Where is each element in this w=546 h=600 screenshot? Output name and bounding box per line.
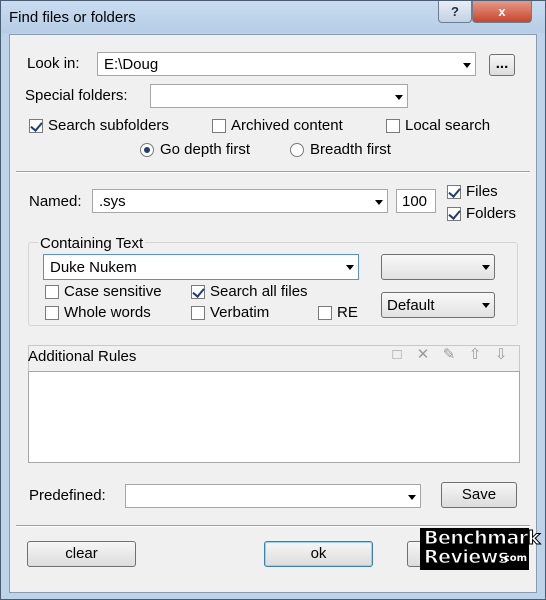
verbatim-label: Verbatim — [210, 304, 270, 321]
named-combo[interactable]: .sys — [92, 189, 388, 213]
breadth-first-label: Breadth first — [310, 141, 391, 158]
special-folders-combo[interactable] — [150, 84, 408, 108]
files-label: Files — [466, 183, 498, 200]
predefined-combo[interactable] — [125, 484, 421, 508]
encoding-select[interactable] — [381, 254, 495, 280]
files-checkbox[interactable] — [447, 185, 461, 199]
close-button[interactable]: x — [472, 1, 532, 23]
search-all-files-checkbox[interactable] — [191, 285, 205, 299]
case-sensitive-checkbox[interactable] — [45, 285, 59, 299]
chevron-down-icon — [346, 265, 354, 270]
breadth-first-radio[interactable] — [290, 143, 304, 157]
window-frame: Find files or folders ? x Look in: E:\Do… — [0, 0, 546, 600]
look-in-label: Look in: — [27, 55, 80, 72]
named-value: .sys — [99, 193, 126, 210]
case-sensitive-label: Case sensitive — [64, 283, 162, 300]
archived-content-label: Archived content — [231, 117, 343, 134]
whole-words-label: Whole words — [64, 304, 151, 321]
delete-rule-icon[interactable]: ✕ — [414, 346, 432, 364]
local-search-label: Local search — [405, 117, 491, 134]
re-checkbox[interactable] — [318, 306, 332, 320]
folders-label: Folders — [466, 205, 517, 222]
browse-button[interactable]: ... — [489, 54, 515, 76]
containing-text-combo[interactable]: Duke Nukem — [43, 254, 359, 280]
special-folders-label: Special folders: — [25, 87, 128, 104]
verbatim-checkbox[interactable] — [191, 306, 205, 320]
edit-rule-icon[interactable]: ✎ — [440, 346, 458, 364]
local-search-checkbox[interactable] — [386, 119, 400, 133]
containing-text-value: Duke Nukem — [50, 259, 137, 276]
ok-button[interactable]: ok — [264, 541, 373, 567]
limit-value: 100 — [402, 193, 428, 210]
search-subfolders-checkbox[interactable] — [29, 119, 43, 133]
chevron-down-icon — [482, 303, 490, 308]
clear-button[interactable]: clear — [27, 541, 136, 567]
go-depth-first-radio[interactable] — [140, 143, 154, 157]
whole-words-checkbox[interactable] — [45, 306, 59, 320]
search-all-files-label: Search all files — [210, 283, 308, 300]
re-label: RE — [337, 304, 358, 321]
limit-field[interactable]: 100 — [396, 189, 436, 213]
additional-rules-label: Additional Rules — [28, 348, 137, 365]
help-button[interactable]: ? — [438, 1, 472, 23]
chevron-down-icon — [463, 63, 471, 68]
go-depth-first-label: Go depth first — [160, 141, 251, 158]
divider — [16, 171, 530, 172]
save-button[interactable]: Save — [441, 482, 517, 508]
chevron-down-icon — [482, 265, 490, 270]
archived-content-checkbox[interactable] — [212, 119, 226, 133]
look-in-value: E:\Doug — [104, 56, 159, 73]
chevron-down-icon — [375, 200, 383, 205]
new-rule-icon[interactable]: □ — [388, 346, 406, 364]
named-label: Named: — [29, 193, 82, 210]
additional-rules-list[interactable] — [28, 371, 520, 463]
window-title: Find files or folders — [9, 9, 136, 26]
look-in-combo[interactable]: E:\Doug — [97, 52, 476, 76]
match-mode-value: Default — [387, 297, 435, 314]
watermark-line2: Reviews — [424, 546, 510, 569]
search-subfolders-label: Search subfolders — [48, 117, 169, 134]
containing-text-label: Containing Text — [38, 235, 146, 252]
title-bar[interactable]: Find files or folders ? x — [1, 1, 545, 33]
move-up-icon[interactable]: ⇧ — [466, 346, 484, 364]
chevron-down-icon — [408, 495, 416, 500]
watermark-suffix: .com — [500, 553, 528, 564]
divider — [16, 525, 530, 526]
dialog-body: Look in: E:\Doug ... Special folders: Se… — [9, 34, 537, 593]
chevron-down-icon — [395, 95, 403, 100]
move-down-icon[interactable]: ⇩ — [492, 346, 510, 364]
match-mode-select[interactable]: Default — [381, 292, 495, 318]
predefined-label: Predefined: — [29, 487, 106, 504]
folders-checkbox[interactable] — [447, 207, 461, 221]
